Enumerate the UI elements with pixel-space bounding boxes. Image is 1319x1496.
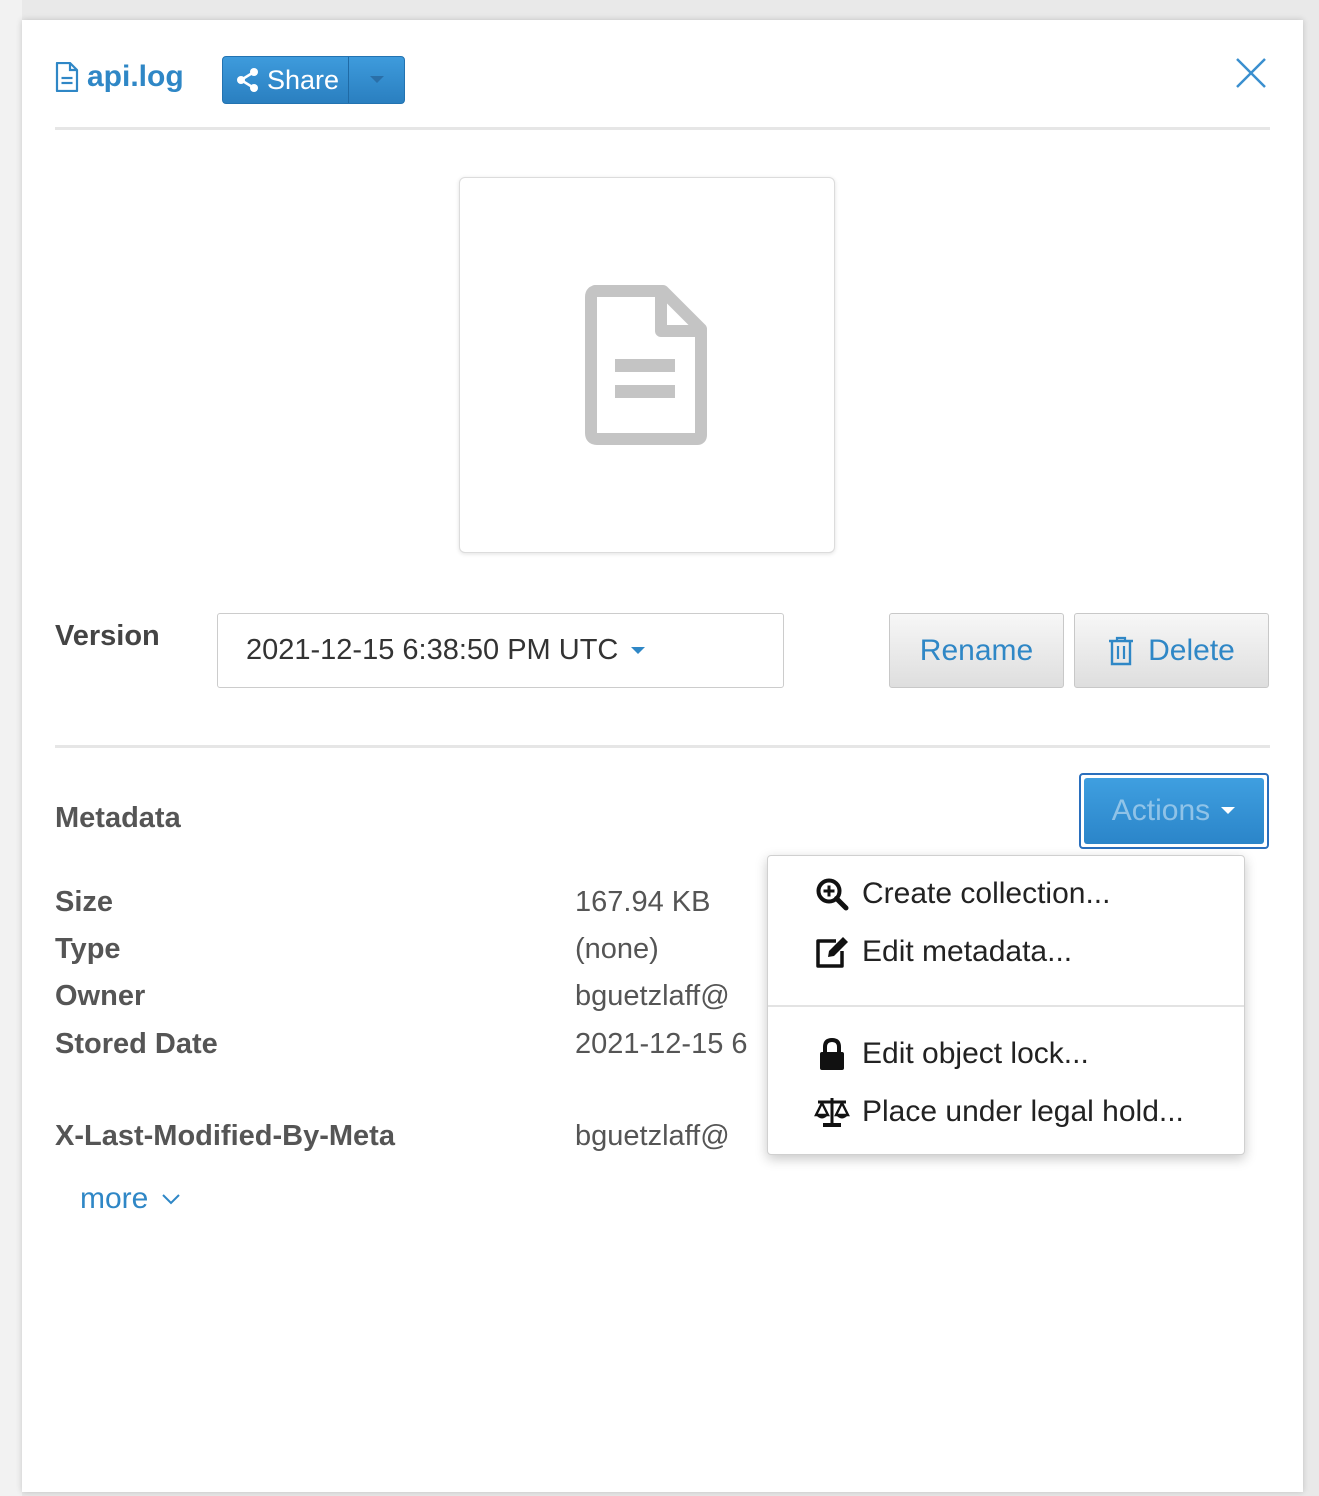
- metadata-value: bguetzlaff@: [575, 980, 730, 1012]
- caret-down-icon: [631, 646, 646, 654]
- document-icon: [585, 285, 707, 445]
- version-selected-value: 2021-12-15 6:38:50 PM UTC: [246, 634, 619, 666]
- panel-header: api.log Share: [55, 56, 1270, 128]
- metadata-value: 2021-12-15 6: [575, 1028, 748, 1060]
- actions-label: Actions: [1111, 794, 1211, 827]
- menu-divider: [768, 1005, 1244, 1007]
- zoom-in-icon: [814, 876, 850, 912]
- version-label: Version: [55, 620, 160, 652]
- metadata-value: (none): [575, 933, 659, 965]
- more-link[interactable]: more: [80, 1182, 181, 1216]
- metadata-key: Type: [55, 933, 121, 965]
- edit-icon: [814, 934, 850, 970]
- close-icon: [1236, 58, 1266, 88]
- share-label: Share: [267, 64, 340, 95]
- menu-item-label: Edit metadata...: [862, 935, 1073, 968]
- menu-item-edit-object-lock[interactable]: Edit object lock...: [814, 1036, 1089, 1072]
- file-preview: [459, 177, 835, 553]
- more-label: more: [80, 1182, 149, 1215]
- chevron-down-icon: [162, 1193, 181, 1204]
- actions-button[interactable]: Actions: [1079, 773, 1269, 849]
- caret-down-icon: [369, 76, 384, 83]
- metadata-title: Metadata: [55, 802, 181, 834]
- menu-item-label: Create collection...: [862, 877, 1111, 910]
- share-dropdown-toggle[interactable]: [349, 57, 404, 103]
- version-select[interactable]: 2021-12-15 6:38:50 PM UTC: [217, 613, 784, 688]
- header-divider: [55, 127, 1270, 130]
- share-button[interactable]: Share: [223, 57, 349, 103]
- trash-icon: [1109, 636, 1134, 665]
- actions-menu: Create collection... Edit metadata... Ed…: [767, 855, 1245, 1155]
- metadata-key: Size: [55, 886, 114, 918]
- menu-item-label: Place under legal hold...: [862, 1095, 1184, 1128]
- metadata-value: bguetzlaff@: [575, 1120, 730, 1152]
- metadata-value: 167.94 KB: [575, 886, 711, 918]
- share-icon: [237, 68, 258, 92]
- share-button-group: Share: [222, 56, 405, 104]
- file-icon: [55, 62, 79, 92]
- file-title: api.log: [55, 60, 184, 94]
- version-divider: [55, 745, 1270, 748]
- menu-item-label: Edit object lock...: [862, 1037, 1089, 1070]
- menu-item-create-collection[interactable]: Create collection...: [814, 876, 1110, 912]
- delete-button[interactable]: Delete: [1074, 613, 1269, 688]
- metadata-key: Owner: [55, 980, 146, 1012]
- page-backdrop: [0, 0, 22, 1496]
- metadata-key: X-Last-Modified-By-Meta: [55, 1120, 395, 1152]
- metadata-key: Stored Date: [55, 1028, 218, 1060]
- scale-icon: [814, 1094, 850, 1130]
- file-details-panel: api.log Share Version 2021-12-15 6:38:50…: [22, 20, 1303, 1492]
- delete-label: Delete: [1148, 633, 1235, 667]
- rename-label: Rename: [919, 633, 1034, 667]
- close-button[interactable]: [1234, 56, 1270, 92]
- menu-item-edit-metadata[interactable]: Edit metadata...: [814, 934, 1072, 970]
- caret-down-icon: [1221, 807, 1236, 814]
- lock-icon: [814, 1036, 850, 1072]
- actions-button-face: Actions: [1084, 778, 1264, 844]
- menu-item-legal-hold[interactable]: Place under legal hold...: [814, 1094, 1184, 1130]
- rename-button[interactable]: Rename: [889, 613, 1064, 688]
- file-name: api.log: [87, 60, 184, 93]
